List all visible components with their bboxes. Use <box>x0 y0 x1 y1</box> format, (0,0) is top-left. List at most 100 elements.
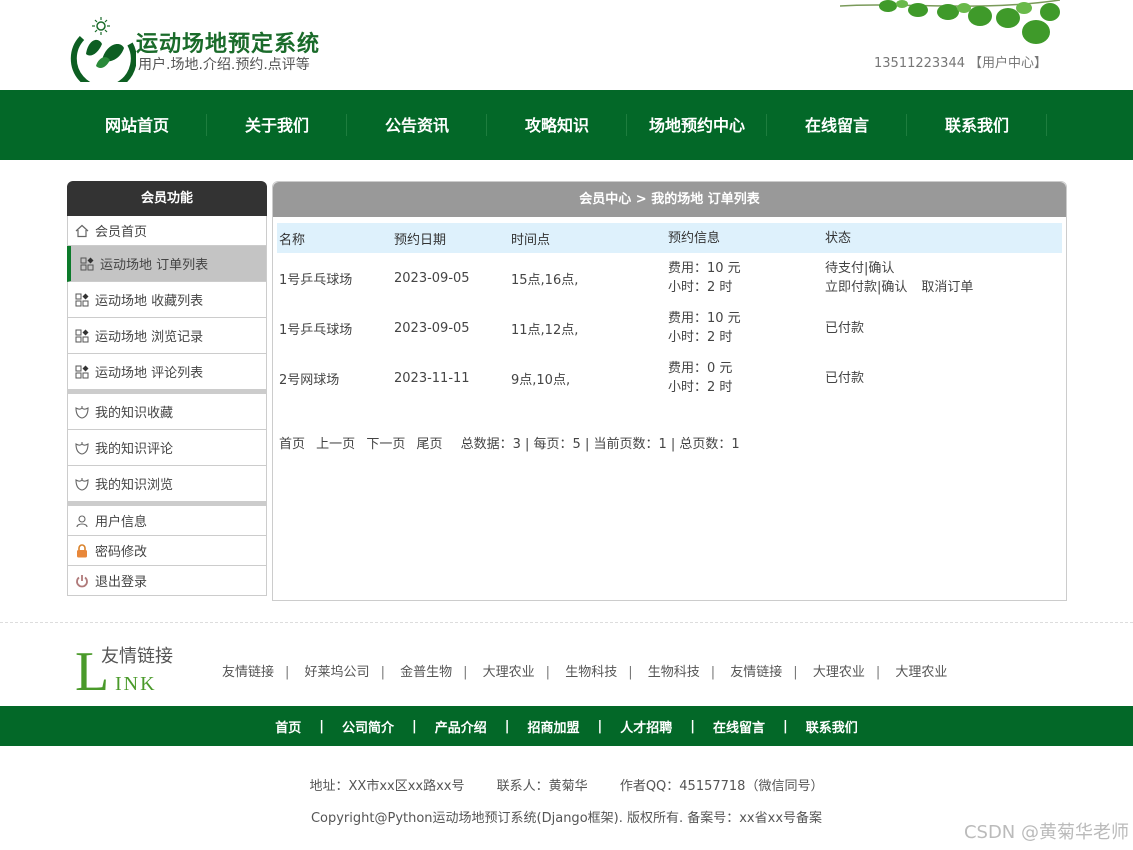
footer-nav-products[interactable]: 产品介绍 <box>435 717 487 736</box>
friend-link[interactable]: 大理农业 <box>895 665 947 680</box>
nav-item-home[interactable]: 网站首页 <box>67 90 207 160</box>
power-icon <box>76 574 88 587</box>
grid-icon <box>75 329 89 342</box>
friend-links: L 友情链接 INK 友情链接 | 好莱坞公司 | 金普生物 | 大理农业 | 生物科技… <box>0 622 1133 706</box>
footer-nav-contact[interactable]: 联系我们 <box>806 717 858 736</box>
home-icon <box>75 224 89 237</box>
col-status: 状态 <box>825 230 852 246</box>
site-subtitle: 用户.场地.介绍.预约.点评等 <box>138 57 310 73</box>
friend-link[interactable]: 大理农业 <box>483 665 535 680</box>
col-date: 预约日期 <box>394 232 447 248</box>
friend-link[interactable]: 生物科技 <box>648 665 700 680</box>
nav-item-booking[interactable]: 场地预约中心 <box>627 90 767 160</box>
main-nav: 网站首页 关于我们 公告资讯 攻略知识 场地预约中心 在线留言 联系我们 <box>0 90 1133 160</box>
sidebar-item-label: 我的知识评论 <box>95 442 174 457</box>
nav-item-about[interactable]: 关于我们 <box>207 90 347 160</box>
pager-info: 总数据：3 | 每页：5 | 当前页数：1 | 总页数：1 <box>460 437 740 452</box>
cell-date: 2023-09-05 <box>394 270 470 286</box>
grid-icon <box>80 257 94 270</box>
site-logo-icon[interactable] <box>66 14 136 82</box>
friend-link[interactable]: 生物科技 <box>565 665 617 680</box>
flower-icon <box>75 477 89 491</box>
sidebar-item-knowledge-comments[interactable]: 我的知识评论 <box>67 430 267 466</box>
grid-icon <box>75 293 89 306</box>
footer-address: 地址：XX市xx区xx路xx号 <box>309 779 465 794</box>
cell-info: 费用：10 元 小时：2 时 <box>668 259 825 297</box>
sidebar-item-knowledge-favorites[interactable]: 我的知识收藏 <box>67 394 267 430</box>
sidebar-item-venue-history[interactable]: 运动场地 浏览记录 <box>67 318 267 354</box>
sidebar-item-logout[interactable]: 退出登录 <box>67 566 267 596</box>
table-row: 1号乒乓球场 2023-09-05 15点,16点, 费用：10 元 小时：2 … <box>277 253 1062 303</box>
cell-name: 1号乒乓球场 <box>279 322 353 338</box>
sidebar-item-member-home[interactable]: 会员首页 <box>67 216 267 246</box>
cell-time: 15点,16点, <box>511 272 579 288</box>
nav-item-guides[interactable]: 攻略知识 <box>487 90 627 160</box>
cell-fee: 费用：10 元 <box>668 311 741 326</box>
site-header: 运动场地预定系统 用户.场地.介绍.预约.点评等 13511223344 【用户中… <box>0 0 1133 90</box>
sidebar-item-knowledge-history[interactable]: 我的知识浏览 <box>67 466 267 502</box>
sidebar-item-label: 密码修改 <box>95 545 148 560</box>
sidebar-item-user-info[interactable]: 用户信息 <box>67 506 267 536</box>
sidebar-item-venue-comments[interactable]: 运动场地 评论列表 <box>67 354 267 390</box>
footer-contact-person: 联系人：黄菊华 <box>496 779 588 794</box>
member-sidebar: 会员功能 会员首页 运动场地 订单列表 运动场地 收藏列表 运动场地 浏览记录 … <box>67 181 267 596</box>
main-content: 会员功能 会员首页 运动场地 订单列表 运动场地 收藏列表 运动场地 浏览记录 … <box>0 160 1133 622</box>
sidebar-item-label: 会员首页 <box>95 225 148 240</box>
footer-nav-careers[interactable]: 人才招聘 <box>620 717 672 736</box>
link-logo-icon: L 友情链接 INK <box>75 641 173 694</box>
friend-link[interactable]: 大理农业 <box>813 665 865 680</box>
friend-link[interactable]: 友情链接 <box>730 665 782 680</box>
nav-item-news[interactable]: 公告资讯 <box>347 90 487 160</box>
sidebar-title: 会员功能 <box>67 181 267 216</box>
cancel-order-link[interactable]: 取消订单 <box>921 280 973 295</box>
link-logo-rest: INK <box>115 673 157 694</box>
cell-hours: 小时：2 时 <box>668 380 733 395</box>
cell-hours: 小时：2 时 <box>668 330 733 345</box>
sidebar-item-change-password[interactable]: 密码修改 <box>67 536 267 566</box>
footer-nav-about[interactable]: 公司简介 <box>342 717 394 736</box>
sidebar-item-venue-orders[interactable]: 运动场地 订单列表 <box>67 246 267 282</box>
friend-link[interactable]: 金普生物 <box>400 665 452 680</box>
footer-qq: 作者QQ：45157718（微信同号） <box>619 779 824 794</box>
sidebar-item-label: 运动场地 浏览记录 <box>95 330 204 345</box>
cell-time: 9点,10点, <box>511 372 571 388</box>
header-contact: 13511223344 【用户中心】 <box>874 52 1047 71</box>
cell-name: 1号乒乓球场 <box>279 272 353 288</box>
footer-nav-home[interactable]: 首页 <box>275 717 301 736</box>
col-time: 时间点 <box>511 232 551 248</box>
friend-link[interactable]: 友情链接 <box>222 665 274 680</box>
sidebar-item-venue-favorites[interactable]: 运动场地 收藏列表 <box>67 282 267 318</box>
friend-link[interactable]: 好莱坞公司 <box>305 665 370 680</box>
pager-first[interactable]: 首页 <box>279 437 305 452</box>
sidebar-item-label: 我的知识浏览 <box>95 478 174 493</box>
footer-nav: 首页 | 公司简介 | 产品介绍 | 招商加盟 | 人才招聘 | 在线留言 | 联系我们 <box>0 706 1133 746</box>
table-row: 2号网球场 2023-11-11 9点,10点, 费用：0 元 小时：2 时 已… <box>277 353 1062 403</box>
pay-now-link[interactable]: 立即付款|确认 <box>825 280 907 295</box>
sidebar-item-label: 我的知识收藏 <box>95 406 174 421</box>
cell-fee: 费用：10 元 <box>668 261 741 276</box>
flower-icon <box>75 405 89 419</box>
orders-table: 名称 预约日期 时间点 预约信息 状态 1号乒乓球场 2023-09-05 15… <box>277 223 1062 403</box>
orders-panel: 会员中心 > 我的场地 订单列表 名称 预约日期 时间点 预约信息 状态 1号乒… <box>272 181 1067 601</box>
pager-last[interactable]: 尾页 <box>416 437 442 452</box>
grid-icon <box>75 365 89 378</box>
lock-icon <box>77 543 87 557</box>
table-header: 名称 预约日期 时间点 预约信息 状态 <box>277 223 1062 253</box>
table-row: 1号乒乓球场 2023-09-05 11点,12点, 费用：10 元 小时：2 … <box>277 303 1062 353</box>
flower-icon <box>75 441 89 455</box>
cell-status: 待支付|确认 立即付款|确认 取消订单 <box>825 259 1055 297</box>
cell-name: 2号网球场 <box>279 372 340 388</box>
phone-number: 13511223344 <box>874 56 965 71</box>
cell-info: 费用：0 元 小时：2 时 <box>668 359 825 397</box>
sidebar-item-label: 退出登录 <box>95 575 148 590</box>
nav-item-contact[interactable]: 联系我们 <box>907 90 1047 160</box>
link-logo-text: 友情链接 <box>101 646 173 667</box>
pager-next[interactable]: 下一页 <box>366 437 405 452</box>
pager-prev[interactable]: 上一页 <box>316 437 355 452</box>
footer-nav-message[interactable]: 在线留言 <box>713 717 765 736</box>
panel-breadcrumb: 会员中心 > 我的场地 订单列表 <box>273 182 1066 217</box>
user-center-link[interactable]: 【用户中心】 <box>969 56 1047 71</box>
nav-item-message[interactable]: 在线留言 <box>767 90 907 160</box>
footer-nav-franchise[interactable]: 招商加盟 <box>527 717 579 736</box>
status-actions: 立即付款|确认 取消订单 <box>825 278 1055 297</box>
